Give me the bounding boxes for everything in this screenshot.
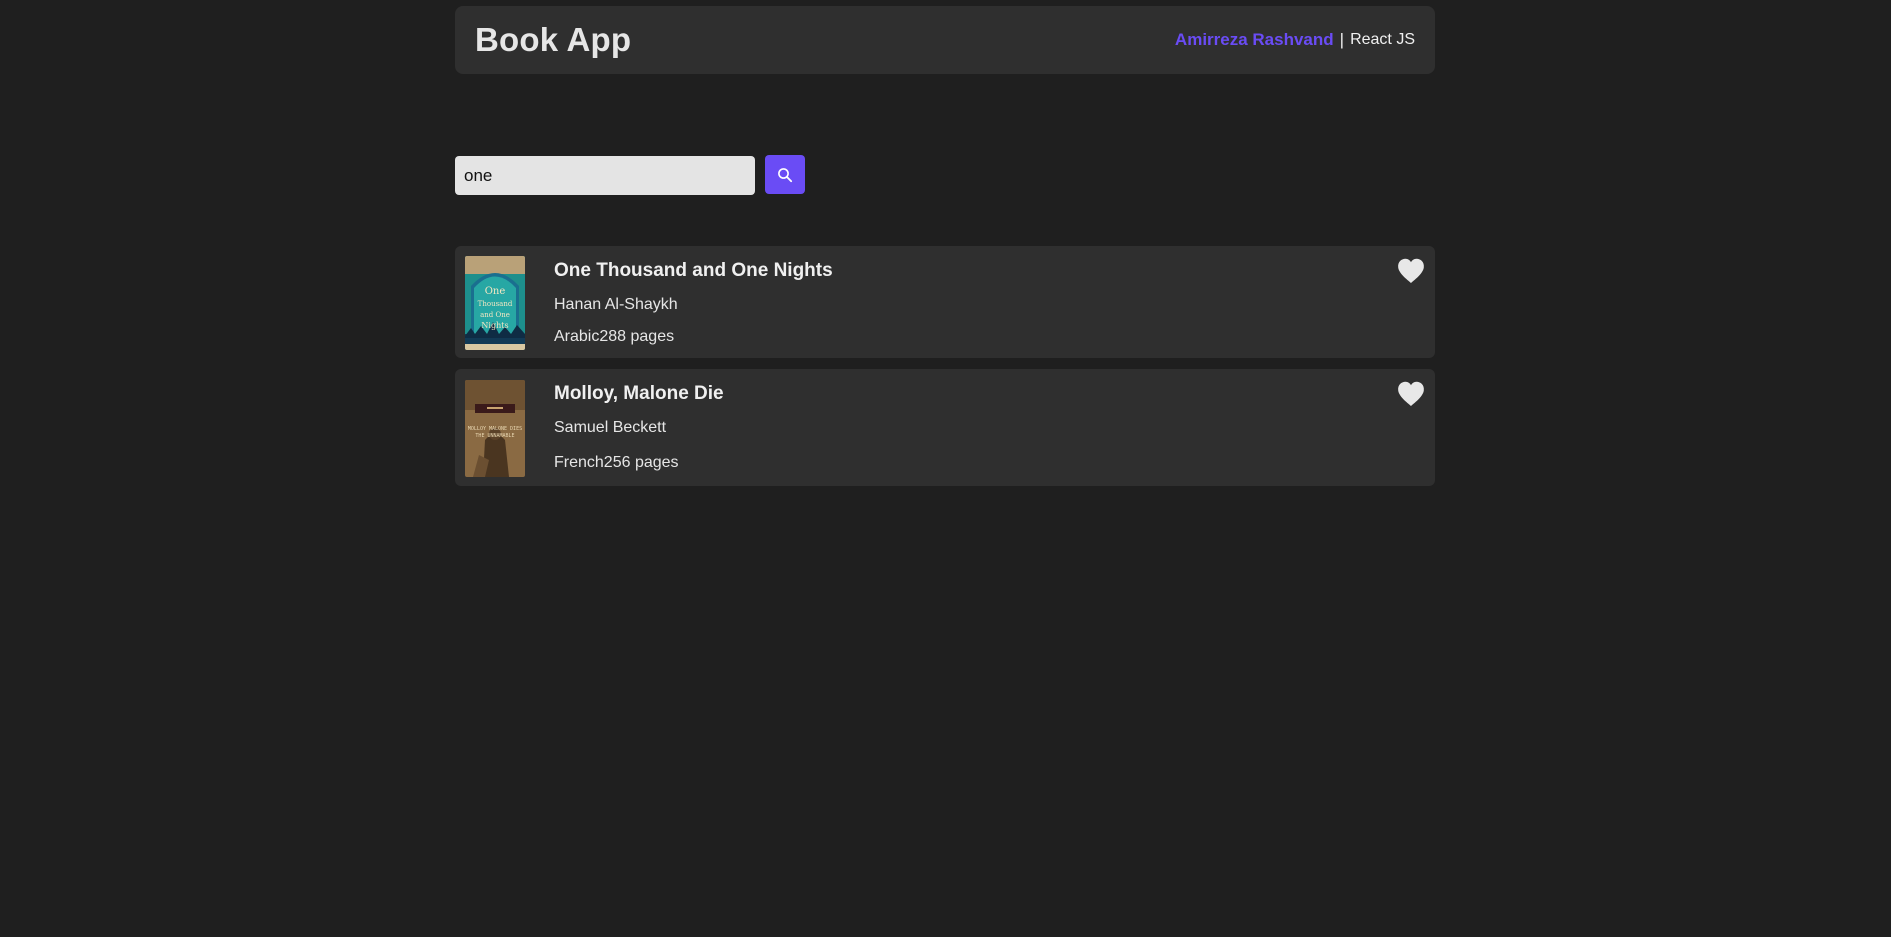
heart-icon[interactable] xyxy=(1397,381,1425,407)
book-cover: One Thousand and One Nights xyxy=(465,256,525,350)
book-card: MOLLOY MALONE DIES THE UNNAMABLE Molloy,… xyxy=(455,369,1435,486)
app-header: Book App Amirreza Rashvand | React JS xyxy=(455,6,1435,74)
search-input[interactable] xyxy=(455,156,755,195)
app-title: Book App xyxy=(475,21,632,58)
heart-icon[interactable] xyxy=(1397,258,1425,284)
book-title[interactable]: Molloy, Malone Die xyxy=(554,383,724,405)
book-author: Hanan Al-Shaykh xyxy=(554,296,678,313)
search-icon xyxy=(777,167,793,183)
svg-text:One: One xyxy=(485,286,506,297)
book-info: One Thousand and One Nights Hanan Al-Sha… xyxy=(554,260,833,346)
book-author: Samuel Beckett xyxy=(554,419,667,436)
header-separator: | xyxy=(1339,30,1345,49)
book-card: One Thousand and One Nights One Thousand… xyxy=(455,246,1435,358)
book-meta: Arabic288 pages xyxy=(554,328,675,345)
search-button[interactable] xyxy=(765,155,805,194)
book-info: Molloy, Malone Die Samuel Beckett French… xyxy=(554,383,724,472)
author-link[interactable]: Amirreza Rashvand xyxy=(1175,30,1334,50)
book-meta: French256 pages xyxy=(554,454,679,471)
svg-text:Nights: Nights xyxy=(481,321,508,330)
header-credits: Amirreza Rashvand | React JS xyxy=(1175,30,1415,50)
svg-text:MOLLOY MALONE DIES: MOLLOY MALONE DIES xyxy=(468,426,522,432)
svg-text:THE UNNAMABLE: THE UNNAMABLE xyxy=(475,433,514,439)
tech-label: React JS xyxy=(1350,31,1415,48)
app-root: Book App Amirreza Rashvand | React JS on… xyxy=(0,0,1891,937)
book-cover: MOLLOY MALONE DIES THE UNNAMABLE xyxy=(465,380,525,477)
book-title[interactable]: One Thousand and One Nights xyxy=(554,260,833,282)
svg-text:Thousand: Thousand xyxy=(478,300,513,308)
svg-text:and One: and One xyxy=(480,311,510,319)
